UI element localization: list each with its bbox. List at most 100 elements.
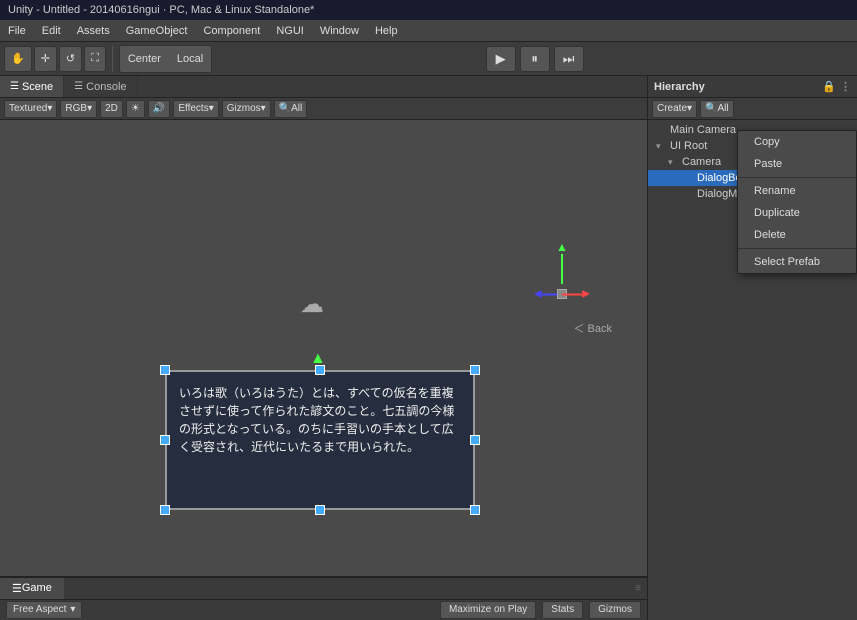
- transform-tools: ✋ ✛ ↺ ⛶: [4, 46, 106, 72]
- expand-icon-uiroot: ▾: [656, 141, 666, 152]
- rotate-tool[interactable]: ↺: [59, 46, 82, 72]
- 2d-button[interactable]: 2D: [100, 100, 123, 118]
- gizmos-dropdown-icon: ▾: [261, 103, 266, 114]
- ctx-sep-2: [738, 248, 856, 249]
- pause-button[interactable]: ⏸: [520, 46, 550, 72]
- context-menu: Copy Paste Rename Duplicate Delete Selec…: [737, 130, 857, 274]
- dialog-box: いろは歌（いろはうた）とは、すべての仮名を重複させずに使って作られた諺文のこと。…: [165, 370, 475, 510]
- move-tool[interactable]: ✛: [34, 46, 57, 72]
- local-button[interactable]: Local: [169, 46, 211, 72]
- textured-select[interactable]: Textured ▾: [4, 100, 57, 118]
- ctx-select-prefab[interactable]: Select Prefab: [738, 251, 856, 273]
- handle-mr[interactable]: [470, 435, 480, 445]
- horizontal-axes: ▶ ◀: [532, 284, 592, 304]
- textured-dropdown-icon: ▾: [47, 103, 52, 114]
- main-toolbar: ✋ ✛ ↺ ⛶ Center Local ▶ ⏸ ⏭: [0, 42, 857, 76]
- textured-label: Textured: [9, 103, 47, 114]
- hierarchy-menu-icon[interactable]: ⋮: [840, 80, 851, 93]
- scene-tabs: ☰ Scene ☰ Console: [0, 76, 647, 98]
- tab-game[interactable]: ☰ Game: [0, 578, 64, 599]
- search-icon: 🔍: [279, 103, 291, 114]
- game-tabs-bar: ☰ Game ≡: [0, 577, 647, 599]
- rgb-select[interactable]: RGB ▾: [60, 100, 97, 118]
- scene-viewport[interactable]: ☁ ▲: [0, 120, 647, 576]
- tab-console[interactable]: ☰ Console: [64, 76, 137, 97]
- effects-label: Effects: [178, 103, 208, 114]
- menu-component[interactable]: Component: [195, 20, 268, 41]
- pivot-group: Center Local: [119, 45, 212, 73]
- dialog-text: いろは歌（いろはうた）とは、すべての仮名を重複させずに使って作られた諺文のこと。…: [167, 372, 473, 468]
- effects-select[interactable]: Effects ▾: [173, 100, 218, 118]
- gizmos-select[interactable]: Gizmos ▾: [222, 100, 271, 118]
- play-button[interactable]: ▶: [486, 46, 516, 72]
- transform-gizmo: ▲ ▶ ◀: [532, 240, 592, 304]
- audio-icon: 🔊: [153, 103, 165, 114]
- handle-br[interactable]: [470, 505, 480, 515]
- hierarchy-title: Hierarchy: [654, 81, 705, 93]
- ctx-copy[interactable]: Copy: [738, 131, 856, 153]
- handle-tm[interactable]: [315, 365, 325, 375]
- effects-dropdown-icon: ▾: [209, 103, 214, 114]
- create-dropdown-icon: ▾: [687, 103, 692, 114]
- ctx-sep-1: [738, 177, 856, 178]
- play-controls: ▶ ⏸ ⏭: [486, 46, 584, 72]
- menu-gameobject[interactable]: GameObject: [118, 20, 196, 41]
- game-tab-label: Game: [22, 582, 52, 594]
- audio-button[interactable]: 🔊: [148, 100, 170, 118]
- hierarchy-toolbar: Create ▾ 🔍 All: [648, 98, 857, 120]
- hierarchy-header: Hierarchy 🔒 ⋮: [648, 76, 857, 98]
- ctx-rename[interactable]: Rename: [738, 180, 856, 202]
- tab-scene[interactable]: ☰ Scene: [0, 76, 64, 97]
- rgb-label: RGB: [65, 103, 87, 114]
- center-button[interactable]: Center: [120, 46, 169, 72]
- toolbar-separator-1: [112, 46, 113, 72]
- scale-tool[interactable]: ⛶: [84, 46, 106, 72]
- menu-assets[interactable]: Assets: [69, 20, 118, 41]
- x-axis: ▶: [562, 289, 590, 300]
- console-tab-label: Console: [86, 81, 126, 93]
- all-select[interactable]: 🔍 All: [274, 100, 308, 118]
- menu-window[interactable]: Window: [312, 20, 367, 41]
- body-row: ☰ Scene ☰ Console Textured ▾ RGB: [0, 76, 857, 620]
- back-button[interactable]: ＜ Back: [573, 320, 612, 336]
- step-button[interactable]: ⏭: [554, 46, 584, 72]
- ctx-delete[interactable]: Delete: [738, 224, 856, 246]
- collapse-icon[interactable]: ≡: [635, 583, 641, 594]
- hierarchy-lock-icon[interactable]: 🔒: [822, 80, 836, 93]
- create-label: Create: [657, 103, 687, 114]
- gizmos-button[interactable]: Gizmos: [589, 601, 641, 619]
- maximize-on-play-button[interactable]: Maximize on Play: [440, 601, 536, 619]
- hand-tool[interactable]: ✋: [4, 46, 32, 72]
- menu-ngui[interactable]: NGUI: [268, 20, 312, 41]
- create-dropdown[interactable]: Create ▾: [652, 100, 697, 118]
- handle-bm[interactable]: [315, 505, 325, 515]
- game-bar-right: ≡: [635, 583, 647, 594]
- handle-ml[interactable]: [160, 435, 170, 445]
- z-axis: ◀: [534, 289, 557, 300]
- z-axis-line: [542, 293, 557, 295]
- scene-toolbar: Textured ▾ RGB ▾ 2D ☀ 🔊 Effec: [0, 98, 647, 120]
- ctx-paste[interactable]: Paste: [738, 153, 856, 175]
- lighting-button[interactable]: ☀: [126, 100, 145, 118]
- menu-edit[interactable]: Edit: [34, 20, 69, 41]
- handle-bl[interactable]: [160, 505, 170, 515]
- app: Unity - Untitled - 20140616ngui · PC, Ma…: [0, 0, 857, 620]
- dialog-box-container[interactable]: いろは歌（いろはうた）とは、すべての仮名を重複させずに使って作られた諺文のこと。…: [165, 370, 475, 510]
- scale-icon: ⛶: [91, 52, 99, 65]
- y-axis-line: [561, 254, 563, 284]
- gizmos-label: Gizmos: [227, 103, 261, 114]
- console-tab-icon: ☰: [74, 81, 83, 92]
- hierarchy-search[interactable]: 🔍 All: [700, 100, 734, 118]
- hierarchy-panel: Hierarchy 🔒 ⋮ Create ▾ 🔍 All: [647, 76, 857, 620]
- cloud-decoration: ☁: [300, 290, 324, 319]
- handle-tr[interactable]: [470, 365, 480, 375]
- aspect-select[interactable]: Free Aspect ▾: [6, 601, 82, 619]
- menu-bar: File Edit Assets GameObject Component NG…: [0, 20, 857, 42]
- rotate-icon: ↺: [66, 52, 75, 65]
- ctx-duplicate[interactable]: Duplicate: [738, 202, 856, 224]
- stats-button[interactable]: Stats: [542, 601, 583, 619]
- menu-help[interactable]: Help: [367, 20, 406, 41]
- menu-file[interactable]: File: [0, 20, 34, 41]
- handle-tl[interactable]: [160, 365, 170, 375]
- game-tab-icon: ☰: [12, 582, 22, 595]
